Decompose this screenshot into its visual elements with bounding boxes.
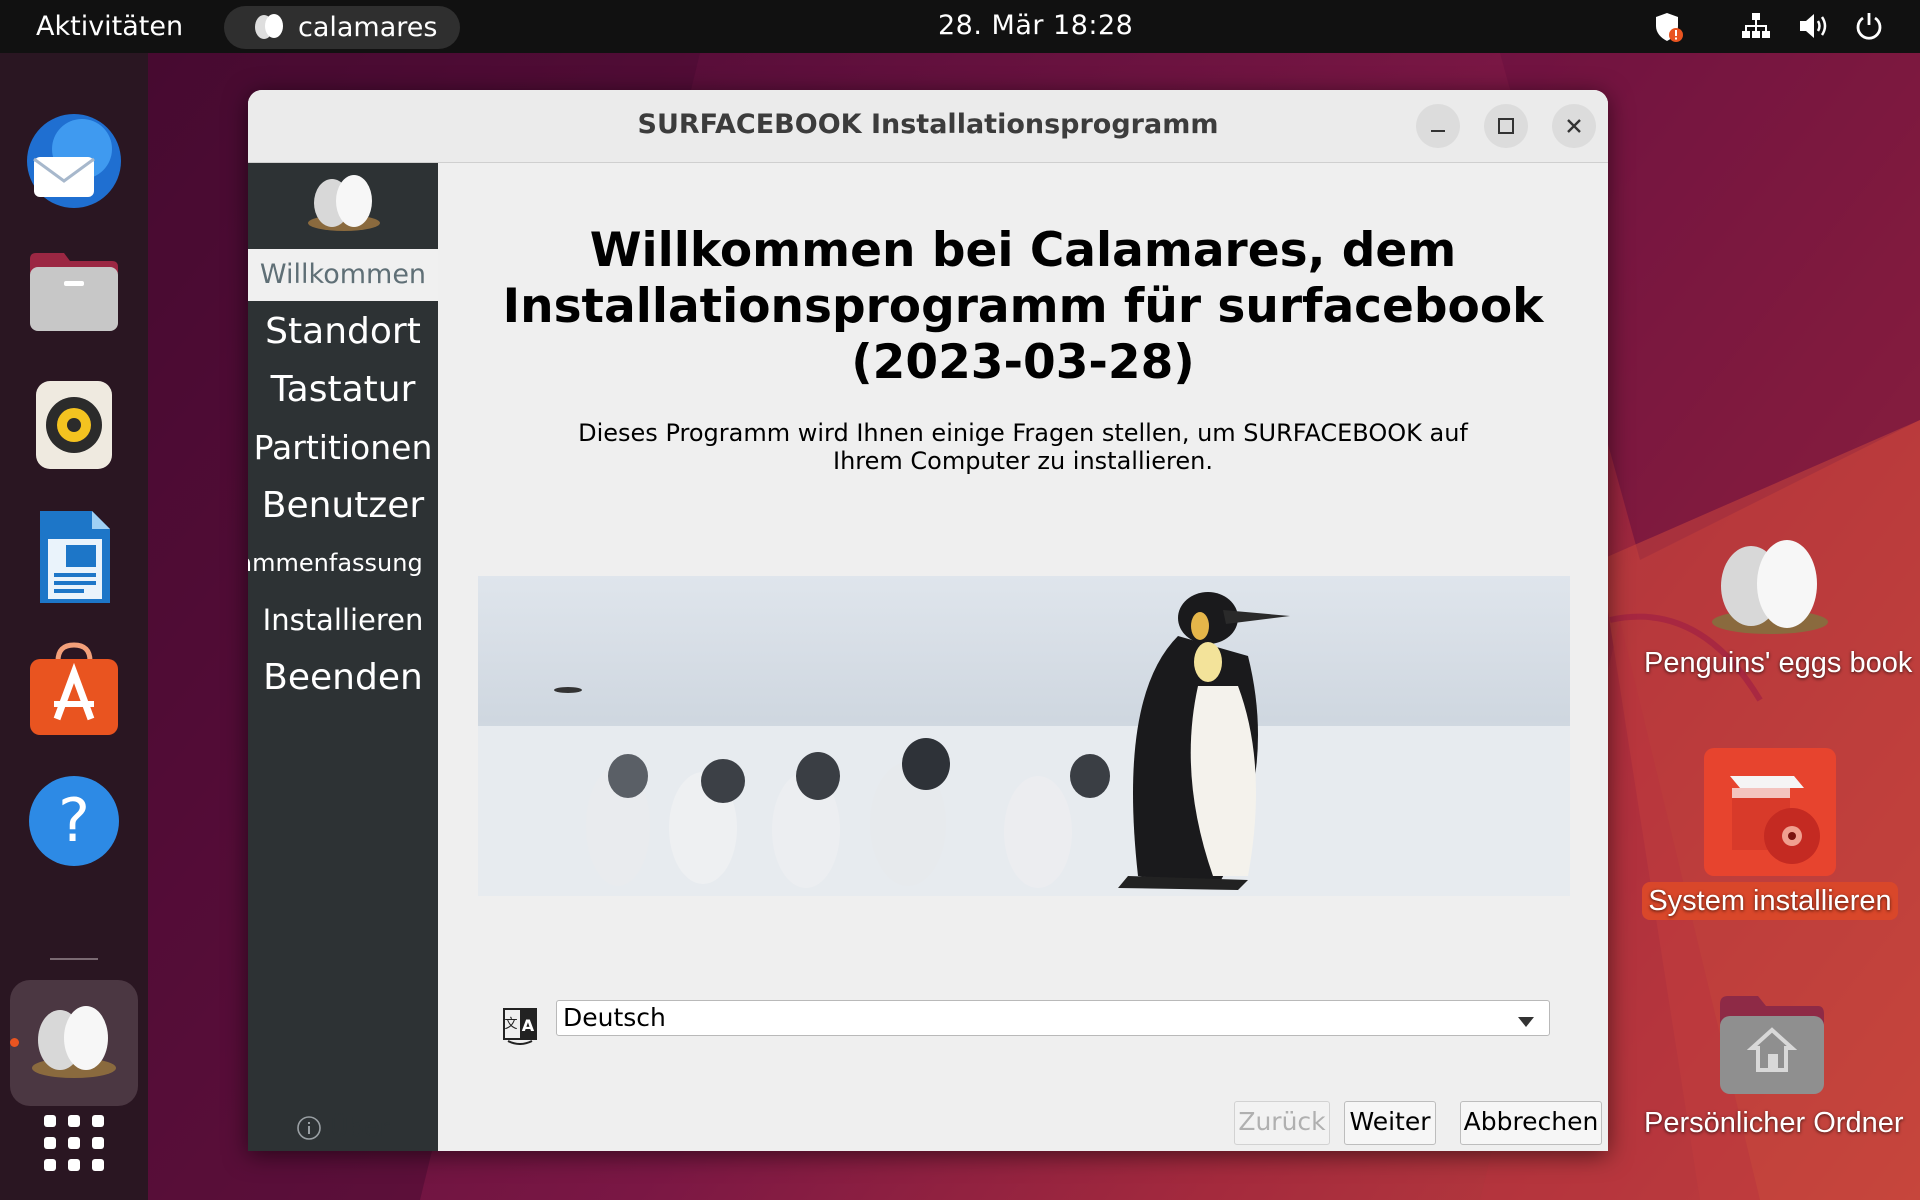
files-icon[interactable] xyxy=(24,243,124,343)
svg-text:A: A xyxy=(522,1016,535,1035)
close-button[interactable] xyxy=(1552,104,1596,148)
language-select-value: Deutsch xyxy=(563,1003,666,1032)
svg-text:文: 文 xyxy=(504,1017,517,1032)
sidebar-step-benutzer: Benutzer xyxy=(261,485,425,526)
language-translate-icon: A 文 xyxy=(502,1005,538,1049)
sidebar-step-partitionen: Partitionen xyxy=(253,428,433,467)
sidebar-step-zusammenfassung: Zusammenfassung xyxy=(248,538,438,588)
sidebar-step-installieren: Installieren xyxy=(262,603,424,637)
installer-window: SURFACEBOOK Installationsprogramm Willko… xyxy=(248,90,1608,1151)
shield-alert-icon[interactable] xyxy=(1654,11,1684,47)
sidebar-step-tastatur: Tastatur xyxy=(270,369,416,410)
app-menu-button[interactable]: calamares xyxy=(224,6,460,49)
window-titlebar[interactable]: SURFACEBOOK Installationsprogramm xyxy=(248,90,1608,163)
minimize-button[interactable] xyxy=(1416,104,1460,148)
activities-button[interactable]: Aktivitäten xyxy=(36,10,183,44)
penguins-banner-image xyxy=(478,576,1570,896)
about-label: Über xyxy=(329,1113,390,1142)
sidebar-step-willkommen: Willkommen xyxy=(248,249,438,301)
app-name-label: calamares xyxy=(298,12,438,43)
sidebar-step-label: Zusammenfassung xyxy=(248,549,423,577)
next-button[interactable]: Weiter xyxy=(1344,1101,1436,1145)
penguins-eggs-icon xyxy=(1705,540,1835,644)
power-icon[interactable] xyxy=(1854,11,1884,45)
desktop-icon-label: Penguins' eggs book xyxy=(1644,647,1913,679)
window-title: SURFACEBOOK Installationsprogramm xyxy=(637,109,1219,140)
clock[interactable]: 28. Mär 18:28 xyxy=(938,9,1133,43)
info-icon xyxy=(296,1113,330,1142)
sidebar-step-beenden: Beenden xyxy=(263,657,423,698)
welcome-description: Dieses Programm wird Ihnen einige Fragen… xyxy=(578,419,1468,475)
desktop-icon-system-install[interactable]: System installieren xyxy=(1638,748,1902,920)
back-button[interactable]: Zurück xyxy=(1234,1101,1330,1145)
home-folder-icon xyxy=(1710,996,1830,1104)
volume-icon[interactable] xyxy=(1798,11,1832,45)
rhythmbox-icon[interactable] xyxy=(24,375,124,475)
running-indicator xyxy=(10,1038,19,1047)
desktop-icon-label: Persönlicher Ordner xyxy=(1644,1107,1904,1139)
penguins-eggs-icon xyxy=(252,13,286,45)
maximize-button[interactable] xyxy=(1484,104,1528,148)
desktop-icon-home-folder[interactable]: Persönlicher Ordner xyxy=(1638,990,1904,1142)
welcome-heading: Willkommen bei Calamares, dem Installati… xyxy=(502,223,1544,390)
installer-package-icon xyxy=(1700,748,1840,882)
svg-text:?: ? xyxy=(58,786,90,856)
penguins-eggs-icon xyxy=(304,171,384,239)
app-center-icon[interactable] xyxy=(24,639,124,739)
chevron-down-icon xyxy=(1517,1013,1535,1032)
cancel-button[interactable]: Abbrechen xyxy=(1460,1101,1602,1145)
help-icon[interactable]: ? xyxy=(24,771,124,871)
about-button[interactable]: Über xyxy=(296,1112,390,1144)
dock: ? xyxy=(0,53,148,1200)
installer-content: Willkommen bei Calamares, dem Installati… xyxy=(438,163,1608,1151)
desktop-icon-eggs-book[interactable]: Penguins' eggs book xyxy=(1638,530,1912,682)
show-apps-grid-icon[interactable] xyxy=(24,1081,124,1181)
penguins-eggs-icon[interactable] xyxy=(24,990,124,1090)
network-icon[interactable] xyxy=(1740,11,1772,45)
sidebar-step-standort: Standort xyxy=(265,311,421,352)
thunderbird-icon[interactable] xyxy=(24,111,124,211)
desktop-icon-label: System installieren xyxy=(1642,882,1898,920)
top-bar: Aktivitäten calamares 28. Mär 18:28 xyxy=(0,0,1920,53)
language-select[interactable]: Deutsch xyxy=(556,1000,1550,1036)
writer-icon[interactable] xyxy=(24,507,124,607)
dock-separator xyxy=(50,958,98,960)
installer-sidebar: Willkommen Standort Tastatur Partitionen… xyxy=(248,163,438,1151)
